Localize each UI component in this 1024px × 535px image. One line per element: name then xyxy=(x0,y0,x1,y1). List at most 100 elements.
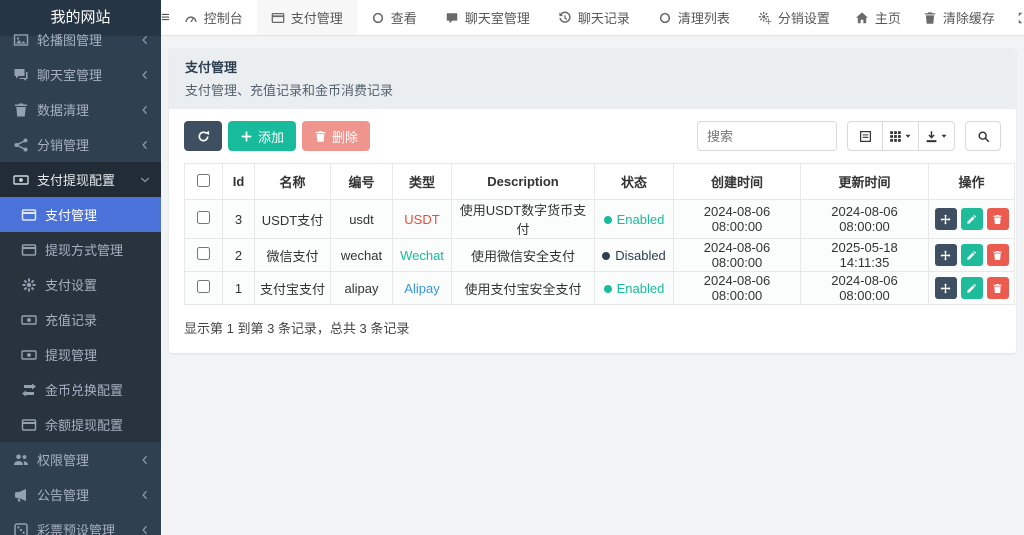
cell-code: usdt xyxy=(330,199,393,239)
dashboard-icon xyxy=(184,11,198,25)
search-button[interactable] xyxy=(965,121,1001,151)
sidebar-item-label: 支付设置 xyxy=(45,278,98,293)
home-icon xyxy=(855,11,869,25)
sidebar-item-label: 分销管理 xyxy=(37,138,90,153)
card-body: 添加 删除 搜索 Id 名称 编号 类型 Description 状态 创建时间… xyxy=(169,109,1016,353)
sidebar-item-payment-config[interactable]: 支付提现配置 xyxy=(0,162,161,197)
view-button-group xyxy=(847,121,955,151)
share-icon xyxy=(13,137,29,153)
sidebar-item-payment-settings[interactable]: 支付设置 xyxy=(0,267,161,302)
toggle-view-button[interactable] xyxy=(847,121,883,151)
sidebar-item-withdraw-mgmt[interactable]: 提现管理 xyxy=(0,337,161,372)
money-icon xyxy=(21,312,37,328)
col-code: 编号 xyxy=(330,163,393,200)
card-header: 支付管理 支付管理、充值记录和金币消费记录 xyxy=(169,48,1016,109)
select-all-checkbox[interactable] xyxy=(197,173,210,187)
card-view-icon xyxy=(859,130,872,143)
trash-icon xyxy=(992,250,1003,261)
tab-label: 聊天记录 xyxy=(577,11,630,26)
tab-view[interactable]: 查看 xyxy=(357,0,431,35)
sidebar-item-distribution[interactable]: 分销管理 xyxy=(0,127,161,162)
sidebar-toggle-icon[interactable]: ≡ xyxy=(161,0,170,35)
sidebar-item-label: 充值记录 xyxy=(45,313,98,328)
sidebar-item-balance-withdraw[interactable]: 余额提现配置 xyxy=(0,407,161,442)
move-button[interactable] xyxy=(934,277,957,299)
tab-chatroom-mgmt[interactable]: 聊天室管理 xyxy=(431,0,544,35)
cell-created: 2024-08-06 08:00:00 xyxy=(673,199,801,239)
tab-dashboard[interactable]: 控制台 xyxy=(170,0,257,35)
fullscreen-icon xyxy=(1017,11,1024,25)
comments-icon xyxy=(13,67,29,83)
sidebar-item-lottery-presets[interactable]: 彩票预设管理 xyxy=(0,512,161,535)
chevron-left-icon xyxy=(139,489,151,501)
cell-name: 支付宝支付 xyxy=(254,271,331,305)
chevron-left-icon xyxy=(139,104,151,116)
cell-type: Wechat xyxy=(392,238,452,272)
row-checkbox[interactable] xyxy=(197,211,210,224)
payments-table: Id 名称 编号 类型 Description 状态 创建时间 更新时间 操作 xyxy=(184,163,1015,305)
sidebar-item-label: 提现方式管理 xyxy=(45,243,124,258)
sidebar-item-carousel[interactable]: 轮播图管理 xyxy=(0,22,161,57)
row-checkbox[interactable] xyxy=(197,280,210,293)
edit-button[interactable] xyxy=(960,208,983,230)
cell-description: 使用USDT数字货币支付 xyxy=(451,199,595,239)
sidebar-item-recharge-records[interactable]: 充值记录 xyxy=(0,302,161,337)
gear-icon xyxy=(21,277,37,293)
search-input[interactable] xyxy=(697,121,837,151)
sidebar-item-payment-mgmt[interactable]: 支付管理 xyxy=(0,197,161,232)
row-delete-button[interactable] xyxy=(986,244,1009,266)
pencil-icon xyxy=(966,250,977,261)
col-description: Description xyxy=(451,163,595,200)
circle-icon xyxy=(658,11,672,25)
move-button[interactable] xyxy=(934,244,957,266)
delete-button[interactable]: 删除 xyxy=(302,121,371,151)
cell-id: 3 xyxy=(222,199,255,239)
edit-button[interactable] xyxy=(960,244,983,266)
sidebar-item-announcements[interactable]: 公告管理 xyxy=(0,477,161,512)
sidebar-item-data-clean[interactable]: 数据清理 xyxy=(0,92,161,127)
sidebar-item-withdraw-method[interactable]: 提现方式管理 xyxy=(0,232,161,267)
credit-card-icon xyxy=(21,242,37,258)
trash-icon xyxy=(314,130,327,143)
tab-label: 控制台 xyxy=(203,11,243,26)
tab-payment-mgmt[interactable]: 支付管理 xyxy=(256,0,357,35)
col-id: Id xyxy=(222,163,255,200)
comment-icon xyxy=(445,11,459,25)
fullscreen-button[interactable] xyxy=(1006,0,1024,35)
search-icon xyxy=(977,130,990,143)
nav-tabs: 控制台 支付管理 查看 聊天室管理 聊天记录 清理列表 分销设置 xyxy=(170,0,844,35)
row-delete-button[interactable] xyxy=(986,277,1009,299)
sidebar-item-coin-exchange[interactable]: 金币兑换配置 xyxy=(0,372,161,407)
move-button[interactable] xyxy=(934,208,957,230)
col-name: 名称 xyxy=(254,163,331,200)
delete-button-label: 删除 xyxy=(332,129,359,145)
row-delete-button[interactable] xyxy=(986,208,1009,230)
clear-cache-button[interactable]: 清除缓存 xyxy=(912,0,1006,35)
columns-button[interactable] xyxy=(883,121,919,151)
record-summary: 显示第 1 到第 3 条记录，总共 3 条记录 xyxy=(184,321,410,336)
tab-distribution-settings[interactable]: 分销设置 xyxy=(744,0,844,35)
main-area: ≡ 控制台 支付管理 查看 聊天室管理 聊天记录 清理列表 分销设置 主页 清除… xyxy=(161,0,1024,535)
trash-icon xyxy=(13,102,29,118)
sidebar-item-label: 权限管理 xyxy=(37,453,90,468)
table-toolbar: 添加 删除 xyxy=(184,121,1001,151)
tab-chat-history[interactable]: 聊天记录 xyxy=(544,0,644,35)
sidebar: 我的网站 轮播图管理 聊天室管理 数据清理 分销管理 支付提现配置 支付管理 提… xyxy=(0,0,161,535)
add-button[interactable]: 添加 xyxy=(228,121,297,151)
refresh-button[interactable] xyxy=(184,121,222,151)
tab-label: 清理列表 xyxy=(677,11,730,26)
export-button[interactable] xyxy=(919,121,955,151)
tab-clean-list[interactable]: 清理列表 xyxy=(644,0,744,35)
status-dot xyxy=(602,252,611,261)
sidebar-item-chatroom[interactable]: 聊天室管理 xyxy=(0,57,161,92)
pencil-icon xyxy=(966,283,977,294)
row-actions xyxy=(933,244,1010,266)
sidebar-item-permissions[interactable]: 权限管理 xyxy=(0,442,161,477)
row-checkbox[interactable] xyxy=(197,247,210,260)
home-link[interactable]: 主页 xyxy=(844,0,912,35)
edit-button[interactable] xyxy=(960,277,983,299)
export-icon xyxy=(925,130,938,143)
cell-created: 2024-08-06 08:00:00 xyxy=(673,271,801,305)
cell-id: 1 xyxy=(222,271,255,305)
sidebar-menu: 轮播图管理 聊天室管理 数据清理 分销管理 支付提现配置 支付管理 提现方式管理… xyxy=(0,22,161,535)
